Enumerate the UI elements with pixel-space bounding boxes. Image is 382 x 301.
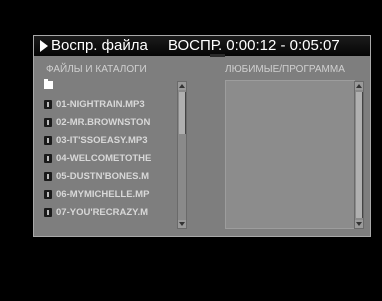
audio-file-icon bbox=[44, 172, 52, 181]
window-title: Воспр. файла bbox=[51, 37, 148, 54]
section-divider bbox=[210, 54, 225, 57]
list-item[interactable]: 03-IT'SSOEASY.MP3 bbox=[44, 134, 179, 148]
item-label: 01-NIGHTRAIN.MP3 bbox=[56, 99, 145, 110]
item-label: 07-YOU'RECRAZY.M bbox=[56, 207, 148, 218]
scrollbar-thumb[interactable] bbox=[179, 92, 186, 134]
list-item[interactable]: 05-DUSTN'BONES.M bbox=[44, 170, 179, 184]
item-label: 03-IT'SSOEASY.MP3 bbox=[56, 135, 148, 146]
title-bar: Воспр. файла ВОСПР. 0:00:12 - 0:05:07 bbox=[34, 36, 370, 56]
playback-status: ВОСПР. 0:00:12 - 0:05:07 bbox=[168, 37, 340, 54]
file-list: 01-NIGHTRAIN.MP3 02-MR.BROWNSTON 03-IT'S… bbox=[44, 79, 174, 230]
scroll-down-arrow-icon[interactable] bbox=[178, 220, 186, 228]
favorites-list[interactable] bbox=[225, 80, 355, 229]
file-list-scrollbar[interactable] bbox=[177, 81, 187, 229]
files-header: ФАЙЛЫ И КАТАЛОГИ bbox=[46, 64, 147, 75]
scroll-down-arrow-icon[interactable] bbox=[355, 220, 363, 228]
item-label: 05-DUSTN'BONES.M bbox=[56, 171, 150, 182]
scrollbar-thumb[interactable] bbox=[356, 92, 363, 218]
item-label: 04-WELCOMETOTHE bbox=[56, 153, 152, 164]
audio-file-icon bbox=[44, 118, 52, 127]
item-label: 06-MYMICHELLE.MP bbox=[56, 189, 150, 200]
audio-file-icon bbox=[44, 208, 52, 217]
list-item[interactable]: 02-MR.BROWNSTON bbox=[44, 116, 179, 130]
scroll-up-arrow-icon[interactable] bbox=[355, 82, 363, 90]
play-arrow-icon bbox=[40, 40, 48, 52]
list-item[interactable]: 06-MYMICHELLE.MP bbox=[44, 188, 179, 202]
scroll-up-arrow-icon[interactable] bbox=[178, 82, 186, 90]
favorites-header: ЛЮБИМЫЕ/ПРОГРАММА bbox=[225, 64, 345, 75]
folder-icon bbox=[44, 79, 53, 89]
file-playback-panel: Воспр. файла ВОСПР. 0:00:12 - 0:05:07 ФА… bbox=[33, 35, 371, 237]
list-item[interactable]: 01-NIGHTRAIN.MP3 bbox=[44, 98, 179, 112]
list-item[interactable]: 07-YOU'RECRAZY.M bbox=[44, 206, 179, 220]
audio-file-icon bbox=[44, 154, 52, 163]
audio-file-icon bbox=[44, 100, 52, 109]
favorites-scrollbar[interactable] bbox=[354, 81, 364, 229]
list-item[interactable]: 04-WELCOMETOTHE bbox=[44, 152, 179, 166]
list-item-folder[interactable] bbox=[44, 79, 179, 94]
item-label: 02-MR.BROWNSTON bbox=[56, 117, 151, 128]
audio-file-icon bbox=[44, 190, 52, 199]
audio-file-icon bbox=[44, 136, 52, 145]
